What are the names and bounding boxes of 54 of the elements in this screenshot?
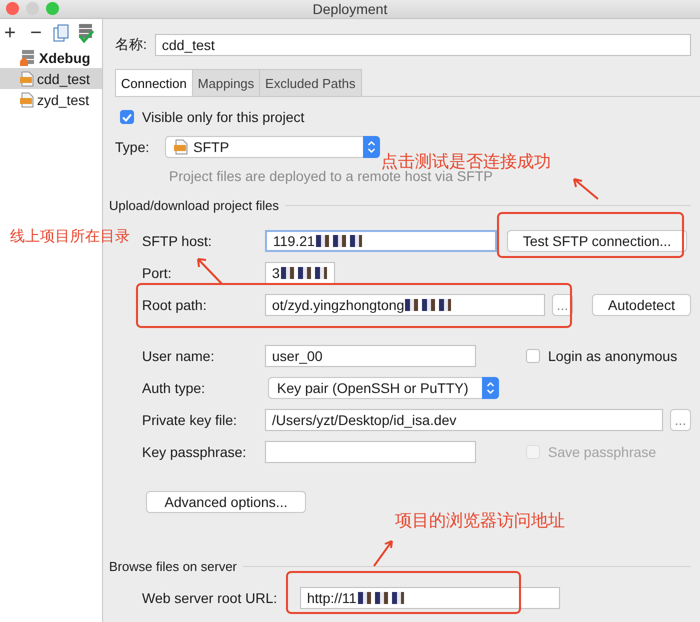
zoom-button[interactable] xyxy=(46,2,59,15)
sftp-file-icon xyxy=(20,92,34,108)
server-list-item[interactable]: zyd_test xyxy=(0,89,102,110)
section-title: Browse files on server xyxy=(109,558,237,574)
field-label: Private key file: xyxy=(142,412,238,428)
close-button[interactable] xyxy=(6,2,19,15)
field-label: User name: xyxy=(142,348,216,364)
tab[interactable]: Mappings xyxy=(192,69,260,96)
annotation-text: 点击测试是否连接成功 xyxy=(381,151,551,171)
type-dropdown[interactable]: SFTP xyxy=(165,136,380,158)
copy-icon[interactable] xyxy=(53,24,69,42)
name-field[interactable]: cdd_test xyxy=(154,34,691,56)
server-icon xyxy=(20,49,36,66)
user-name-field[interactable]: user_00 xyxy=(265,345,476,367)
annotation-text: 线上项目所在目录 xyxy=(10,227,130,246)
annotation-text: 项目的浏览器访问地址 xyxy=(395,510,565,532)
field-label: Root path: xyxy=(142,297,208,313)
checkbox[interactable] xyxy=(526,349,540,363)
field-label: 名称: xyxy=(115,36,147,54)
field-label: Web server root URL: xyxy=(142,590,278,606)
checkbox-label: Save passphrase xyxy=(548,444,656,460)
sftp-file-icon xyxy=(174,139,188,155)
stepper-icon[interactable] xyxy=(367,140,376,154)
section-title: Upload/download project files xyxy=(109,198,279,212)
advanced-options-button[interactable]: Advanced options... xyxy=(146,491,306,513)
field-label: Type: xyxy=(115,139,150,155)
server-list-item[interactable]: Xdebug xyxy=(0,47,102,68)
passphrase-field[interactable] xyxy=(265,441,476,463)
tab[interactable]: Connection xyxy=(115,69,193,96)
field-label: Auth type: xyxy=(142,380,206,396)
port-field[interactable]: 3 xyxy=(265,262,335,284)
server-list-item[interactable]: cdd_test xyxy=(0,68,102,89)
stepper-icon[interactable] xyxy=(486,381,495,395)
autodetect-button[interactable]: Autodetect xyxy=(592,294,691,316)
browse-button[interactable]: ... xyxy=(670,409,691,431)
checkbox-label: Login as anonymous xyxy=(548,348,678,364)
field-label: Port: xyxy=(142,265,173,281)
window-title: Deployment xyxy=(312,1,388,17)
server-check-icon[interactable] xyxy=(77,23,95,43)
remove-button[interactable]: − xyxy=(27,23,45,43)
test-connection-button[interactable]: Test SFTP connection... xyxy=(507,230,687,252)
add-button[interactable]: + xyxy=(1,23,19,43)
sftp-file-icon xyxy=(20,70,34,86)
field-label: Key passphrase: xyxy=(142,444,248,460)
tab[interactable]: Excluded Paths xyxy=(259,69,362,96)
checkbox[interactable] xyxy=(120,110,134,124)
field-label: SFTP host: xyxy=(142,233,213,249)
root-path-field[interactable]: ot/zyd.yingzhongtong xyxy=(265,294,545,316)
browse-button[interactable]: ... xyxy=(552,294,573,316)
auth-type-dropdown[interactable]: Key pair (OpenSSH or PuTTY) xyxy=(268,377,499,399)
key-file-field[interactable]: /Users/yzt/Desktop/id_isa.dev xyxy=(265,409,663,431)
url-field[interactable]: http://11 xyxy=(300,587,560,609)
checkbox-label: Visible only for this project xyxy=(142,109,304,125)
host-field[interactable]: 119.21 xyxy=(265,230,497,252)
